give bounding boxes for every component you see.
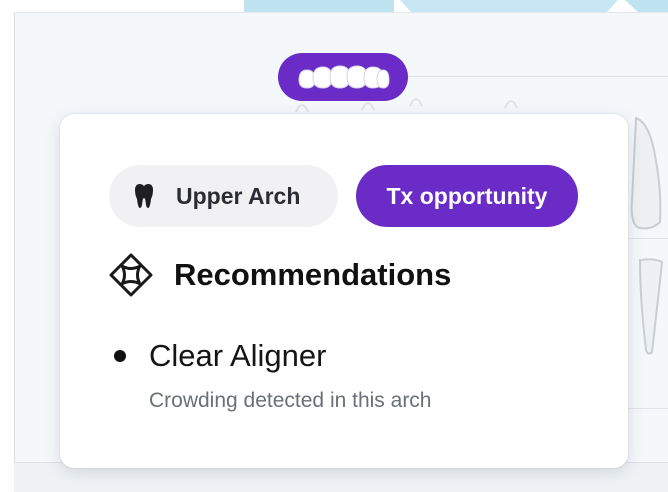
- tooth-icon: [133, 183, 155, 209]
- bullet-dot: [114, 350, 126, 362]
- recommendation-detail: Crowding detected in this arch: [149, 389, 432, 412]
- list-item[interactable]: Clear Aligner: [114, 338, 326, 374]
- arch-chip[interactable]: Upper Arch: [109, 165, 338, 227]
- recommendations-popover: Upper Arch Tx opportunity Recommendation…: [60, 114, 628, 468]
- section-title: Recommendations: [174, 257, 452, 292]
- tx-opportunity-chip[interactable]: Tx opportunity: [356, 165, 578, 227]
- arch-chip-label: Upper Arch: [176, 182, 301, 209]
- upper-teeth-icon: [298, 65, 390, 89]
- aligner-logo-icon: [108, 252, 154, 298]
- recommendation-title: Clear Aligner: [149, 338, 327, 373]
- tx-chip-label: Tx opportunity: [386, 182, 548, 209]
- recommendations-header: Recommendations: [108, 252, 451, 298]
- selected-arch-badge[interactable]: [278, 53, 408, 101]
